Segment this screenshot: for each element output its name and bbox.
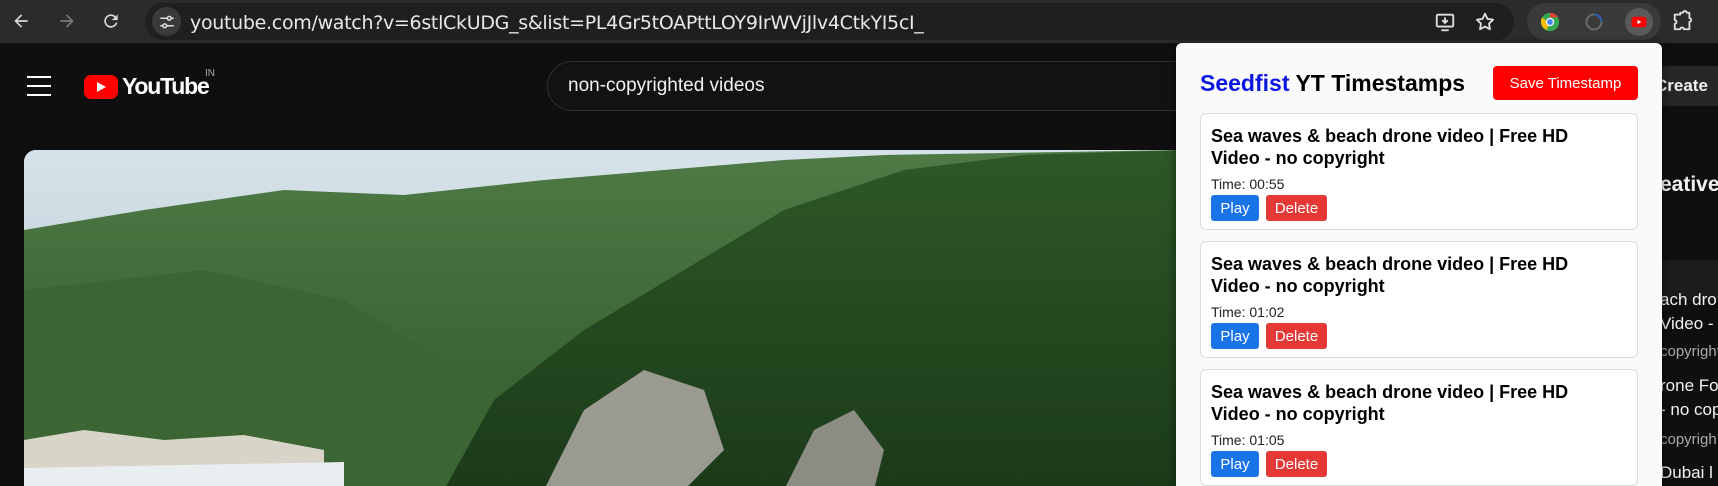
youtube-play-icon (84, 74, 118, 99)
star-icon[interactable] (1474, 11, 1496, 33)
sidebar-heading: eative (1660, 173, 1718, 196)
create-label: Create (1655, 76, 1708, 95)
timestamp-card: Sea waves & beach drone video | Free HD … (1200, 369, 1638, 486)
timestamp-title: Sea waves & beach drone video | Free HD … (1211, 126, 1569, 168)
timestamp-time: Time: 01:02 (1211, 304, 1285, 320)
youtube-wordmark: YouTube (122, 73, 210, 99)
address-bar[interactable]: youtube.com/watch?v=6stlCkUDG_s&list=PL4… (145, 3, 1514, 40)
browser-toolbar: youtube.com/watch?v=6stlCkUDG_s&list=PL4… (0, 0, 1718, 43)
related-video-title[interactable]: - no cop (1660, 400, 1718, 420)
related-video-title[interactable]: ach dro (1660, 290, 1717, 310)
reload-icon[interactable] (96, 6, 126, 36)
chrome-extension-icon[interactable] (1536, 8, 1564, 36)
related-video-title[interactable]: rone Fo (1660, 376, 1718, 396)
timestamp-card: Sea waves & beach drone video | Free HD … (1200, 113, 1638, 230)
popup-title: Seedfist YT Timestamps (1200, 70, 1465, 97)
tune-icon[interactable] (152, 7, 181, 36)
region-code: IN (205, 68, 215, 79)
timestamp-title: Sea waves & beach drone video | Free HD … (1211, 382, 1569, 424)
puzzle-icon[interactable] (1668, 6, 1698, 36)
back-arrow-icon[interactable] (6, 6, 36, 36)
timestamp-time: Time: 00:55 (1211, 176, 1285, 192)
delete-button[interactable]: Delete (1266, 451, 1327, 477)
play-button[interactable]: Play (1211, 195, 1259, 221)
related-video-channel: copyrigh (1660, 431, 1717, 448)
timestamp-title: Sea waves & beach drone video | Free HD … (1211, 254, 1569, 296)
search-box[interactable]: non-copyrighted videos (547, 61, 1247, 111)
timestamp-card: Sea waves & beach drone video | Free HD … (1200, 241, 1638, 358)
youtube-logo[interactable]: YouTube (84, 73, 210, 100)
save-timestamp-button[interactable]: Save Timestamp (1493, 66, 1638, 100)
play-button[interactable]: Play (1211, 451, 1259, 477)
hamburger-menu-icon[interactable] (27, 76, 51, 96)
related-video-channel: copyright (1660, 343, 1718, 360)
brand-name: Seedfist (1200, 70, 1290, 96)
timestamp-time: Time: 01:05 (1211, 432, 1285, 448)
delete-button[interactable]: Delete (1266, 323, 1327, 349)
forward-arrow-icon[interactable] (52, 6, 82, 36)
loading-extension-icon[interactable] (1580, 8, 1608, 36)
timestamps-extension-popup: Seedfist YT Timestamps Save Timestamp Se… (1176, 43, 1662, 486)
related-video-title[interactable]: Video - r (1660, 314, 1718, 334)
related-video-title[interactable]: Dubai l (1660, 463, 1713, 483)
video-player[interactable] (24, 150, 1184, 486)
youtube-timestamp-extension-icon[interactable] (1625, 8, 1653, 36)
extension-icons (1527, 3, 1661, 40)
title-rest: YT Timestamps (1289, 70, 1466, 96)
install-app-icon[interactable] (1434, 11, 1456, 33)
search-input[interactable]: non-copyrighted videos (568, 75, 764, 97)
url-text[interactable]: youtube.com/watch?v=6stlCkUDG_s&list=PL4… (190, 12, 924, 34)
video-frame (24, 150, 1184, 486)
play-button[interactable]: Play (1211, 323, 1259, 349)
related-videos-sidebar: eative ach dro Video - r copyright rone … (1660, 150, 1718, 486)
delete-button[interactable]: Delete (1266, 195, 1327, 221)
